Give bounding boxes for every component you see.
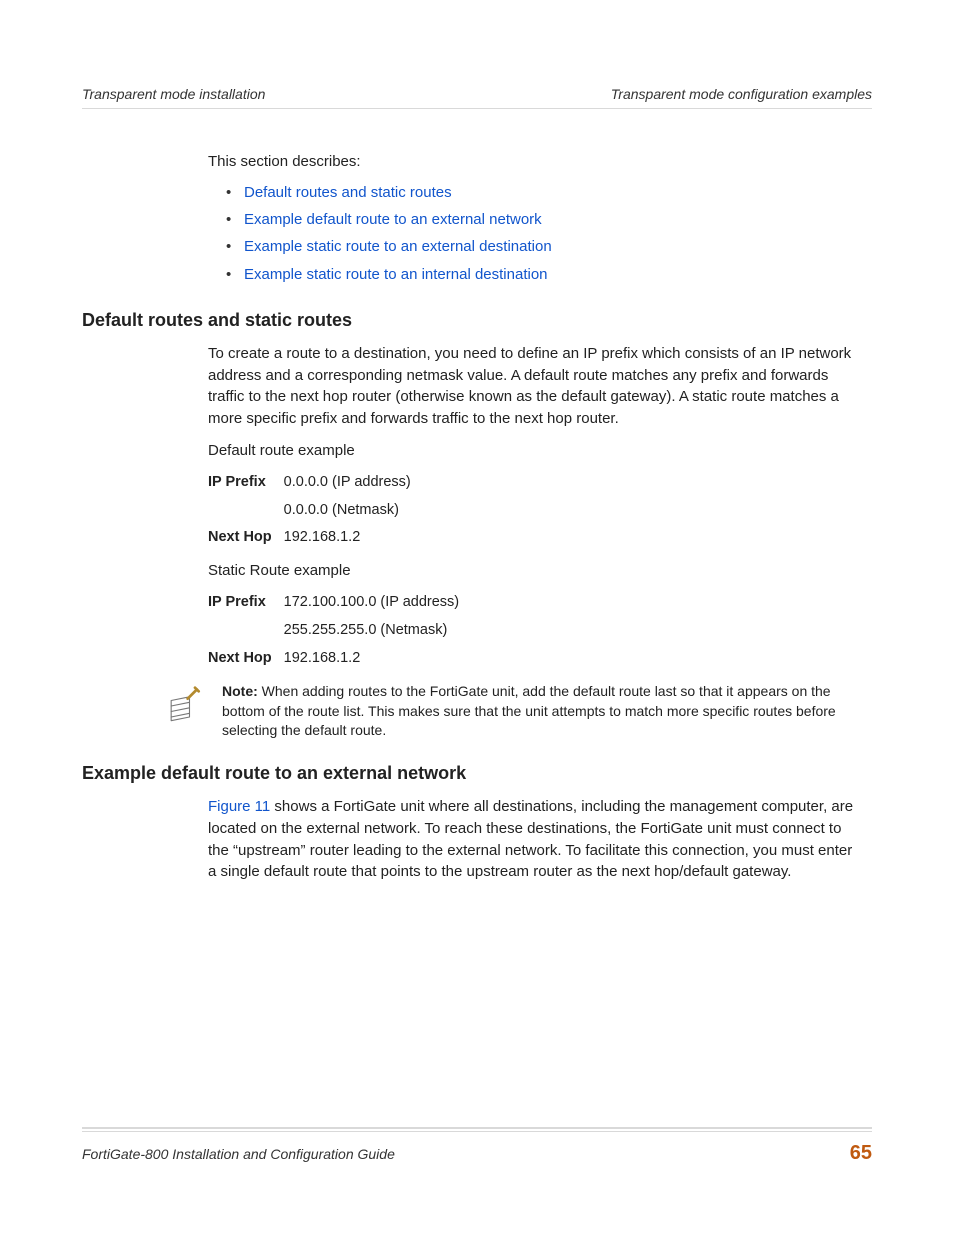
page-number: 65 — [850, 1142, 872, 1165]
toc-link[interactable]: Default routes and static routes — [244, 184, 452, 201]
body-column: Figure 11 shows a FortiGate unit where a… — [208, 796, 862, 883]
section2-para-rest: shows a FortiGate unit where all destina… — [208, 798, 853, 880]
footer-rule — [82, 1127, 872, 1129]
figure-link[interactable]: Figure 11 — [208, 798, 270, 815]
footer: FortiGate-800 Installation and Configura… — [82, 1127, 872, 1165]
static-route-table: IP Prefix 172.100.100.0 (IP address) 255… — [208, 589, 471, 672]
header-rule — [82, 108, 872, 109]
note-label: Note: — [222, 683, 258, 699]
toc-link[interactable]: Example default route to an external net… — [244, 211, 542, 228]
footer-rule — [82, 1131, 872, 1132]
note-block: Note: When adding routes to the FortiGat… — [162, 682, 862, 741]
footer-title: FortiGate-800 Installation and Configura… — [82, 1146, 395, 1162]
section2-para: Figure 11 shows a FortiGate unit where a… — [208, 796, 862, 883]
note-icon — [162, 684, 206, 728]
note-body: When adding routes to the FortiGate unit… — [222, 683, 836, 738]
page: Transparent mode installation Transparen… — [0, 0, 954, 1235]
running-header: Transparent mode installation Transparen… — [82, 86, 872, 108]
ip-prefix-value: 172.100.100.0 (IP address) — [284, 589, 471, 617]
ip-prefix-value: 0.0.0.0 (IP address) — [284, 469, 423, 497]
netmask-value: 0.0.0.0 (Netmask) — [284, 497, 423, 525]
header-left: Transparent mode installation — [82, 86, 265, 102]
default-route-example-label: Default route example — [208, 442, 862, 459]
body-column: This section describes: •Default routes … — [208, 151, 862, 288]
next-hop-value: 192.168.1.2 — [284, 524, 423, 552]
default-route-table: IP Prefix 0.0.0.0 (IP address) 0.0.0.0 (… — [208, 469, 423, 552]
section-heading-default-routes: Default routes and static routes — [82, 310, 872, 331]
intro-text: This section describes: — [208, 151, 862, 173]
header-right: Transparent mode configuration examples — [611, 86, 872, 102]
static-route-example-label: Static Route example — [208, 562, 862, 579]
next-hop-value: 192.168.1.2 — [284, 645, 471, 673]
toc-link[interactable]: Example static route to an external dest… — [244, 238, 552, 255]
toc-item: •Default routes and static routes — [226, 179, 862, 206]
toc-list: •Default routes and static routes •Examp… — [208, 179, 862, 288]
ip-prefix-label: IP Prefix — [208, 589, 284, 617]
next-hop-label: Next Hop — [208, 524, 284, 552]
ip-prefix-label: IP Prefix — [208, 469, 284, 497]
body-column: To create a route to a destination, you … — [208, 343, 862, 673]
next-hop-label: Next Hop — [208, 645, 284, 673]
toc-link[interactable]: Example static route to an internal dest… — [244, 266, 548, 283]
note-text: Note: When adding routes to the FortiGat… — [222, 682, 862, 741]
netmask-value: 255.255.255.0 (Netmask) — [284, 617, 471, 645]
toc-item: •Example default route to an external ne… — [226, 206, 862, 233]
toc-item: •Example static route to an internal des… — [226, 261, 862, 288]
section-heading-example-default-route: Example default route to an external net… — [82, 763, 872, 784]
toc-item: •Example static route to an external des… — [226, 233, 862, 260]
section1-para: To create a route to a destination, you … — [208, 343, 862, 430]
